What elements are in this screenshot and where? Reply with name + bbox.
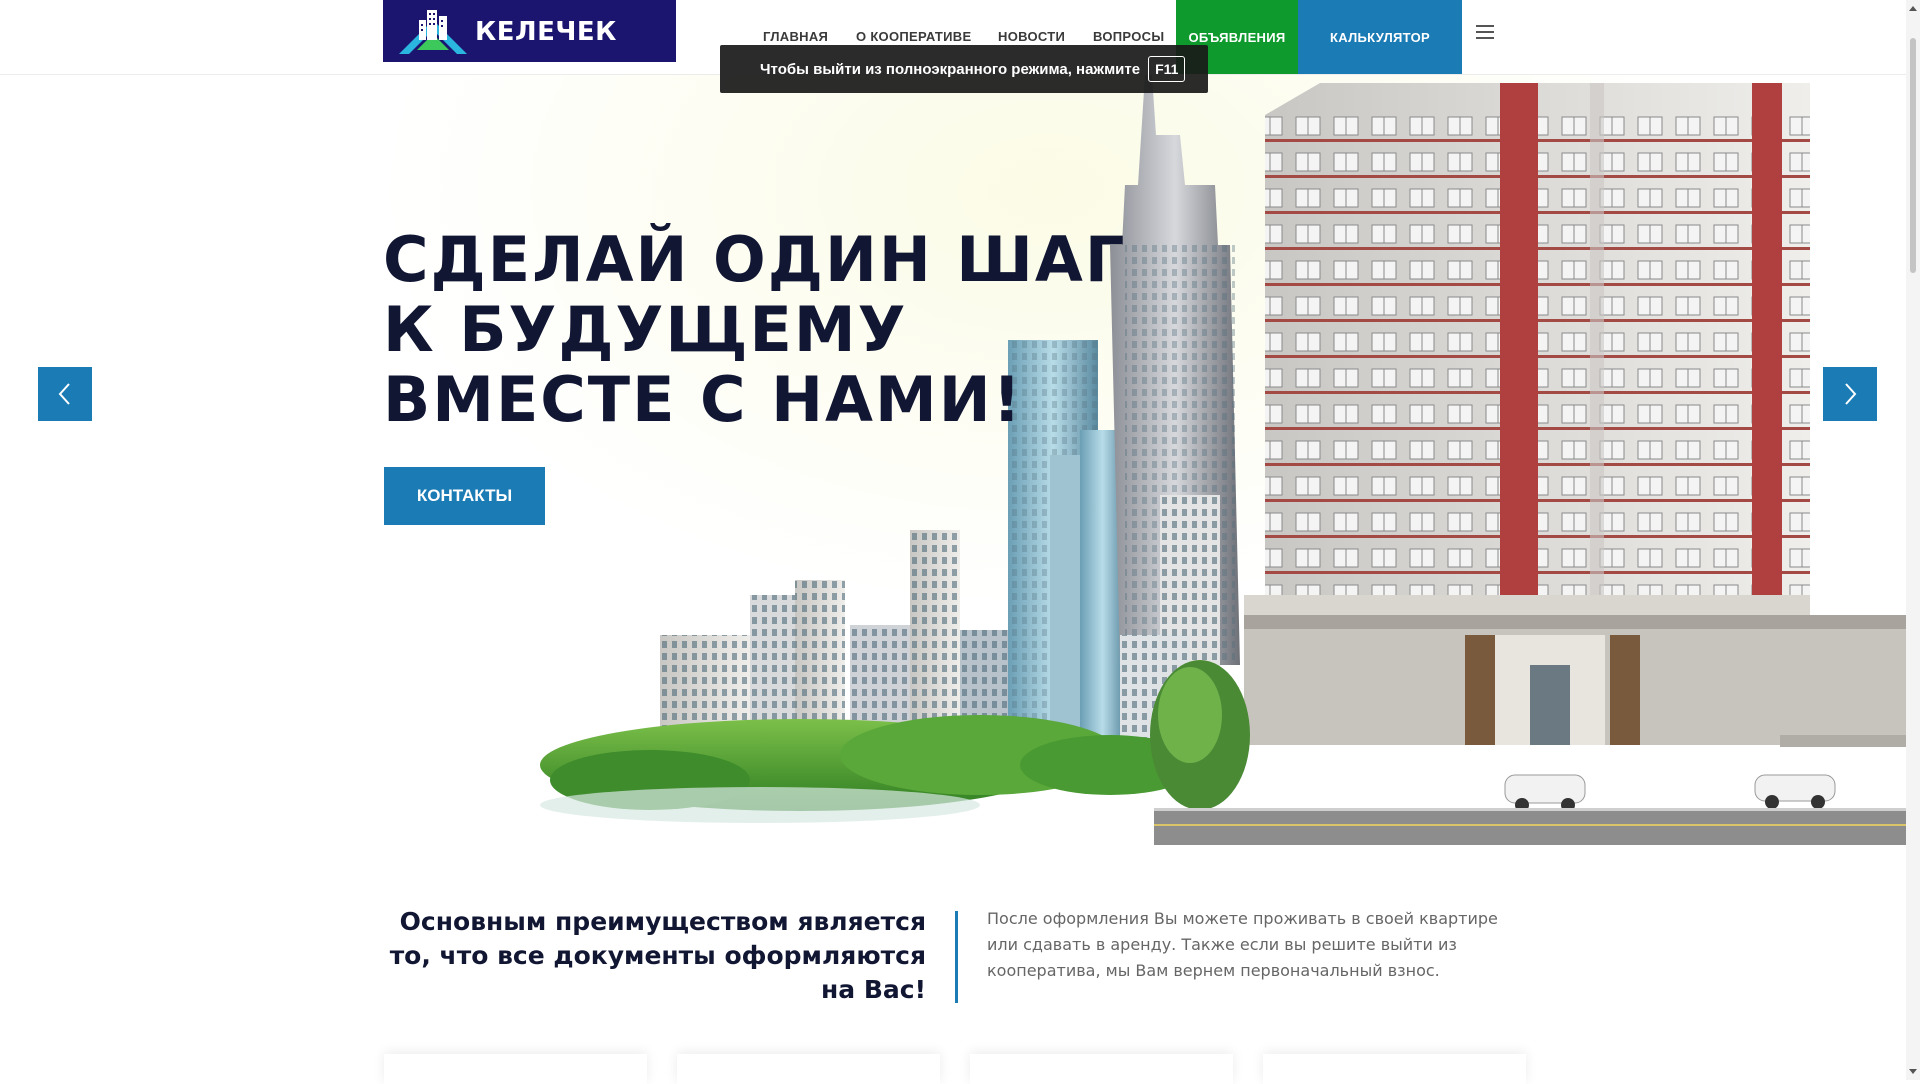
about-headline: Основным преимуществом является то, что … bbox=[389, 907, 926, 1004]
scroll-up-arrow-icon[interactable] bbox=[1909, 6, 1917, 11]
slider-next-button[interactable] bbox=[1823, 367, 1877, 421]
f11-key-badge: F11 bbox=[1148, 56, 1186, 82]
hero-slider: СДЕЛАЙ ОДИН ШАГ К БУДУЩЕМУ ВМЕСТЕ С НАМИ… bbox=[0, 75, 1906, 845]
hero-title-line-1: СДЕЛАЙ ОДИН ШАГ bbox=[383, 223, 1127, 296]
hero-title-line-3: ВМЕСТЕ С НАМИ! bbox=[383, 363, 1023, 436]
hamburger-icon[interactable] bbox=[1476, 25, 1494, 39]
city-buildings-illustration bbox=[540, 75, 1906, 845]
fullscreen-notice-text: Чтобы выйти из полноэкранного режима, на… bbox=[760, 60, 1141, 78]
scroll-thumb[interactable] bbox=[1910, 38, 1916, 273]
hero-title-line-2: К БУДУЩЕМУ bbox=[383, 293, 908, 366]
about-description: После оформления Вы можете проживать в с… bbox=[987, 909, 1498, 980]
nav-calculator[interactable]: КАЛЬКУЛЯТОР bbox=[1298, 0, 1462, 74]
fullscreen-exit-notice: Чтобы выйти из полноэкранного режима, на… bbox=[720, 45, 1208, 93]
hero-title: СДЕЛАЙ ОДИН ШАГ К БУДУЩЕМУ ВМЕСТЕ С НАМИ… bbox=[383, 225, 1126, 435]
nav-questions[interactable]: ВОПРОСЫ bbox=[1093, 29, 1164, 44]
about-divider bbox=[955, 911, 958, 1003]
nav-about-cooperative[interactable]: О КООПЕРАТИВЕ bbox=[856, 29, 971, 44]
contacts-button[interactable]: КОНТАКТЫ bbox=[384, 467, 545, 525]
nav-home[interactable]: ГЛАВНАЯ bbox=[763, 29, 828, 44]
chevron-left-icon bbox=[58, 383, 70, 405]
logo-building-icon bbox=[399, 10, 467, 54]
site-logo[interactable]: КЕЛЕЧЕК bbox=[383, 0, 676, 62]
scroll-down-arrow-icon[interactable] bbox=[1909, 1069, 1917, 1074]
logo-text: КЕЛЕЧЕК bbox=[475, 17, 617, 47]
page-scrollbar[interactable] bbox=[1906, 0, 1920, 1080]
slider-prev-button[interactable] bbox=[38, 367, 92, 421]
nav-news[interactable]: НОВОСТИ bbox=[998, 29, 1065, 44]
chevron-right-icon bbox=[1845, 383, 1857, 405]
